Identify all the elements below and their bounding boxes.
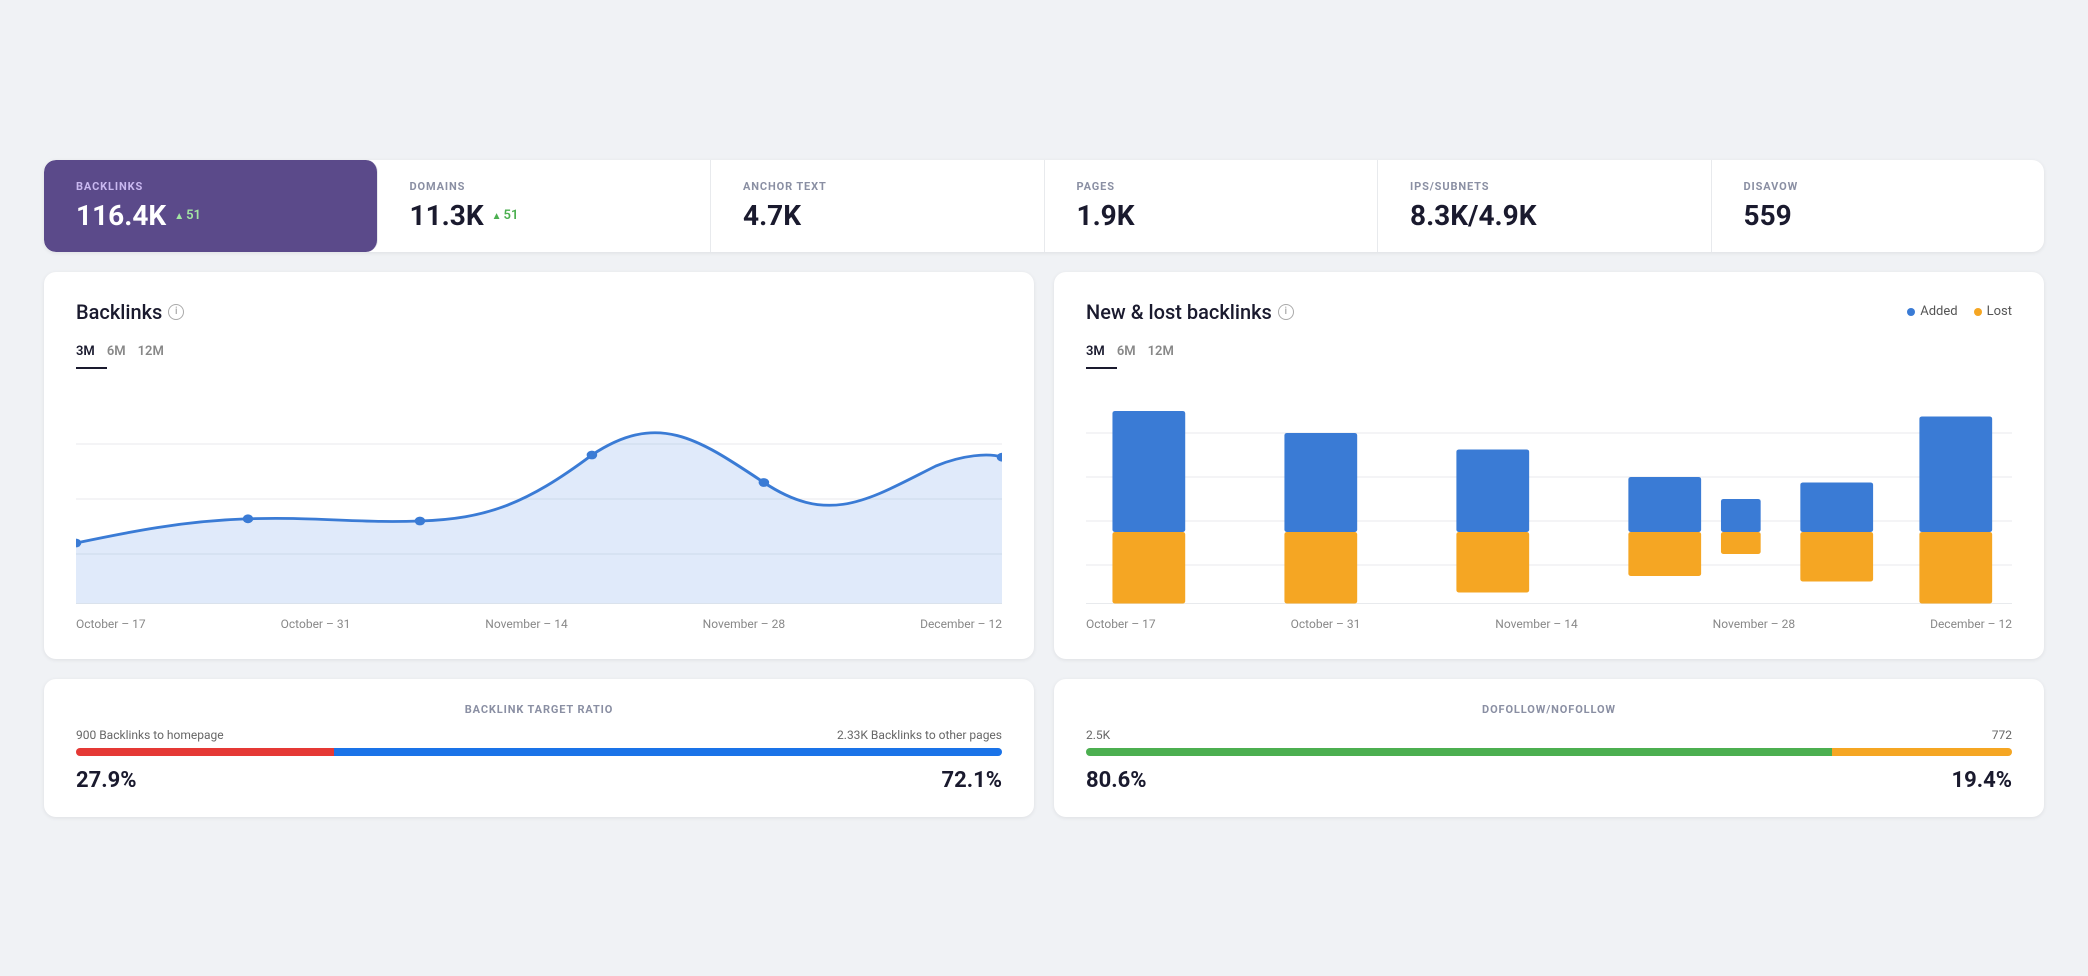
backlinks-chart-card: Backlinks i 3M 6M 12M	[44, 272, 1034, 659]
stat-value-pages: 1.9K	[1077, 199, 1346, 232]
stat-label-pages: PAGES	[1077, 180, 1346, 193]
new-lost-chart-card: New & lost backlinks i Added Lost 3M 6M	[1054, 272, 2044, 659]
stat-value-backlinks: 116.4K 51	[76, 199, 345, 232]
new-lost-title-text: New & lost backlinks	[1086, 300, 1272, 324]
stat-value-anchor_text: 4.7K	[743, 199, 1012, 232]
backlinks-title-text: Backlinks	[76, 300, 162, 324]
legend-lost-label: Lost	[1987, 304, 2012, 319]
tab-3m-backlinks[interactable]: 3M	[76, 340, 107, 369]
backlink-left-value: 27.9%	[76, 768, 137, 793]
dofollow-values: 80.6% 19.4%	[1086, 768, 2012, 793]
legend-lost-dot	[1974, 308, 1982, 316]
dofollow-bar-right	[1832, 748, 2012, 756]
stat-label-ips_subnets: IPS/SUBNETS	[1410, 180, 1679, 193]
nl-x-label-5: December – 12	[1930, 617, 2012, 631]
dofollow-left-label: 2.5K	[1086, 728, 1110, 742]
bar-chart	[1086, 389, 2012, 609]
backlink-target-title: BACKLINK TARGET RATIO	[76, 703, 1002, 716]
backlink-bar-right	[334, 748, 1002, 756]
legend-added-dot	[1907, 308, 1915, 316]
nl-x-label-3: November – 14	[1495, 617, 1577, 631]
tab-12m-newlost[interactable]: 12M	[1148, 340, 1186, 369]
new-lost-time-tabs: 3M 6M 12M	[1086, 340, 2012, 369]
nl-x-label-1: October – 17	[1086, 617, 1156, 631]
x-label-3: November – 14	[485, 617, 567, 631]
dashboard: BACKLINKS 116.4K 51 DOMAINS 11.3K 51 ANC…	[44, 160, 2044, 817]
backlinks-x-labels: October – 17 October – 31 November – 14 …	[76, 617, 1002, 631]
new-lost-info-icon[interactable]: i	[1278, 304, 1294, 320]
tab-6m-backlinks[interactable]: 6M	[107, 340, 138, 369]
nl-x-label-2: October – 31	[1291, 617, 1361, 631]
stat-item-backlinks[interactable]: BACKLINKS 116.4K 51	[44, 160, 378, 252]
stat-label-backlinks: BACKLINKS	[76, 180, 345, 193]
backlink-left-label: 900 Backlinks to homepage	[76, 728, 224, 742]
legend-added-label: Added	[1920, 304, 1957, 319]
stat-label-domains: DOMAINS	[410, 180, 679, 193]
stat-value-ips_subnets: 8.3K/4.9K	[1410, 199, 1679, 232]
bottom-row: BACKLINK TARGET RATIO 900 Backlinks to h…	[44, 679, 2044, 817]
dofollow-nofollow-card: DOFOLLOW/NOFOLLOW 2.5K 772 80.6% 19.4%	[1054, 679, 2044, 817]
dofollow-bar-labels: 2.5K 772	[1086, 728, 2012, 742]
tab-3m-newlost[interactable]: 3M	[1086, 340, 1117, 369]
stat-item-disavow[interactable]: DISAVOW 559	[1712, 160, 2045, 252]
stat-delta-domains: 51	[492, 208, 519, 223]
stat-item-pages[interactable]: PAGES 1.9K	[1045, 160, 1379, 252]
dofollow-right-label: 772	[1992, 728, 2012, 742]
dofollow-bar-left	[1086, 748, 1832, 756]
tab-6m-newlost[interactable]: 6M	[1117, 340, 1148, 369]
dofollow-left-value: 80.6%	[1086, 768, 1147, 793]
stats-bar: BACKLINKS 116.4K 51 DOMAINS 11.3K 51 ANC…	[44, 160, 2044, 252]
stat-item-ips_subnets[interactable]: IPS/SUBNETS 8.3K/4.9K	[1378, 160, 1712, 252]
dofollow-right-value: 19.4%	[1951, 768, 2012, 793]
backlinks-chart-title: Backlinks i	[76, 300, 184, 324]
legend-added: Added	[1907, 304, 1957, 319]
dofollow-bar-track	[1086, 748, 2012, 756]
tab-12m-backlinks[interactable]: 12M	[138, 340, 176, 369]
stat-label-anchor_text: ANCHOR TEXT	[743, 180, 1012, 193]
legend-lost: Lost	[1974, 304, 2012, 319]
stat-label-disavow: DISAVOW	[1744, 180, 2013, 193]
stat-item-domains[interactable]: DOMAINS 11.3K 51	[378, 160, 712, 252]
charts-row: Backlinks i 3M 6M 12M	[44, 272, 2044, 659]
backlink-target-ratio-card: BACKLINK TARGET RATIO 900 Backlinks to h…	[44, 679, 1034, 817]
x-label-1: October – 17	[76, 617, 146, 631]
stat-item-anchor_text[interactable]: ANCHOR TEXT 4.7K	[711, 160, 1045, 252]
backlinks-chart-header: Backlinks i	[76, 300, 1002, 324]
stat-delta-backlinks: 51	[174, 208, 201, 223]
x-label-2: October – 31	[281, 617, 351, 631]
stat-value-domains: 11.3K 51	[410, 199, 679, 232]
backlink-bar-track	[76, 748, 1002, 756]
backlinks-time-tabs: 3M 6M 12M	[76, 340, 1002, 369]
x-label-5: December – 12	[920, 617, 1002, 631]
backlink-right-value: 72.1%	[941, 768, 1002, 793]
new-lost-x-labels: October – 17 October – 31 November – 14 …	[1086, 617, 2012, 631]
backlink-bar-left	[76, 748, 334, 756]
backlinks-info-icon[interactable]: i	[168, 304, 184, 320]
backlink-values: 27.9% 72.1%	[76, 768, 1002, 793]
new-lost-chart-header: New & lost backlinks i Added Lost	[1086, 300, 2012, 324]
dofollow-title: DOFOLLOW/NOFOLLOW	[1086, 703, 2012, 716]
backlink-bar-labels: 900 Backlinks to homepage 2.33K Backlink…	[76, 728, 1002, 742]
new-lost-chart-title: New & lost backlinks i	[1086, 300, 1294, 324]
x-label-4: November – 28	[703, 617, 785, 631]
backlink-right-label: 2.33K Backlinks to other pages	[837, 728, 1002, 742]
nl-x-label-4: November – 28	[1713, 617, 1795, 631]
stat-value-disavow: 559	[1744, 199, 2013, 232]
line-chart	[76, 389, 1002, 609]
chart-legend: Added Lost	[1907, 304, 2012, 319]
